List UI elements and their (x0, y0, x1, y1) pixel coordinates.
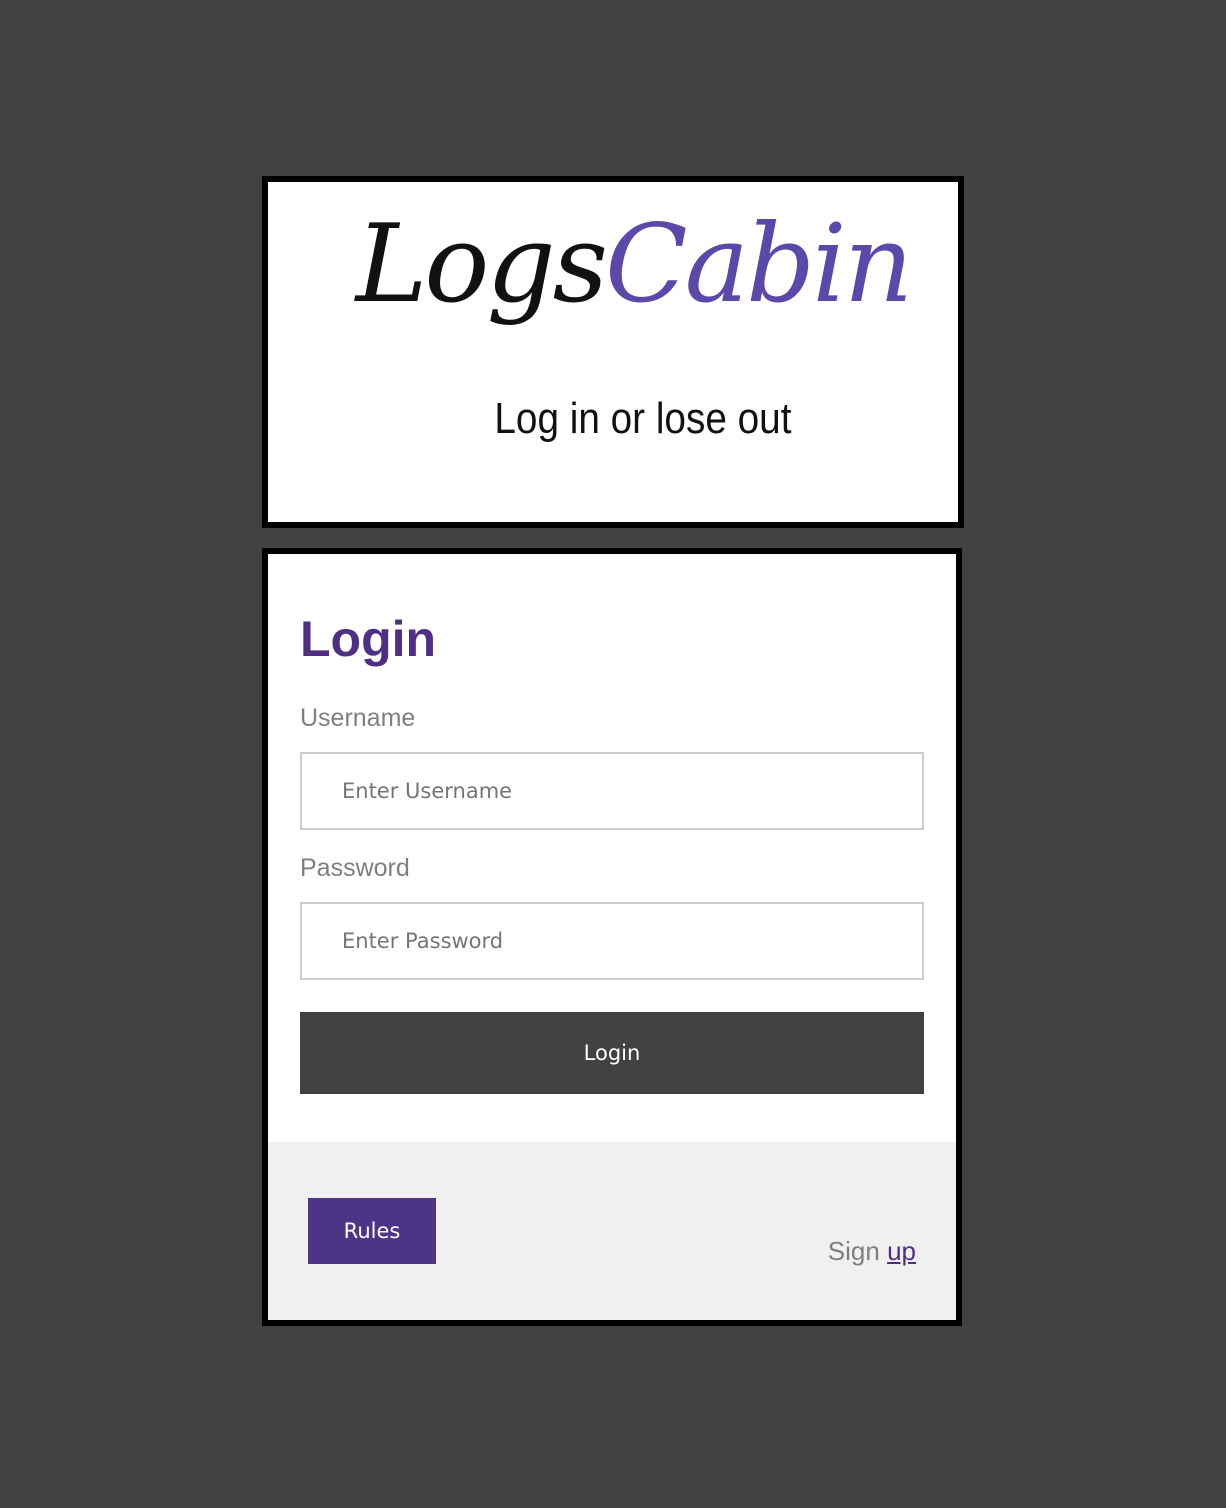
password-label: Password (300, 854, 410, 882)
signup-link[interactable]: up (887, 1236, 916, 1266)
logo-wordmark-cabin: Cabin (605, 202, 913, 327)
logo-wordmark-logs: Logs (355, 202, 608, 327)
signup-prompt: Sign up (828, 1236, 916, 1267)
logo-wordmark: LogsCabin (268, 200, 958, 330)
login-card-footer: Rules Sign up (268, 1142, 956, 1320)
password-input[interactable] (300, 902, 924, 980)
signup-prefix: Sign (827, 1236, 880, 1266)
logo-banner: LogsCabin Log in or lose out (262, 176, 964, 528)
username-input[interactable] (300, 752, 924, 830)
rules-button[interactable]: Rules (308, 1198, 436, 1264)
logo-tagline: Log in or lose out (494, 394, 792, 443)
username-label: Username (300, 704, 416, 732)
login-card: Login Username Password Login Rules Sign… (262, 548, 962, 1326)
login-submit-button[interactable]: Login (300, 1012, 924, 1094)
login-heading: Login (300, 611, 437, 667)
